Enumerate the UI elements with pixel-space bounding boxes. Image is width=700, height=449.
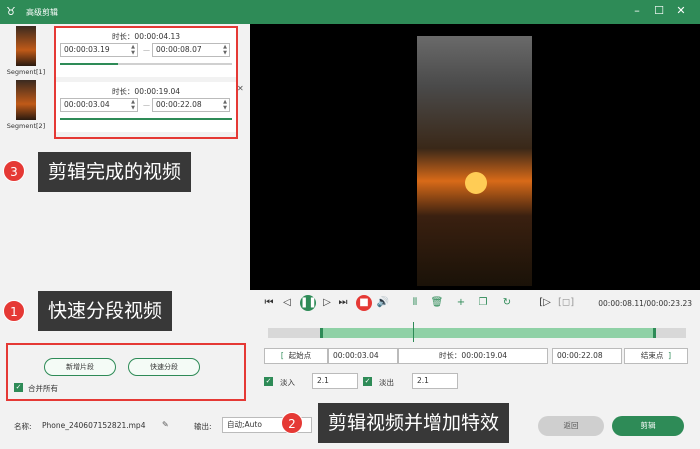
callout-number-badge: 2: [281, 412, 303, 434]
close-icon[interactable]: ✕: [674, 4, 688, 18]
back-button[interactable]: 返回: [538, 416, 604, 436]
window-title: 高级剪辑: [26, 7, 58, 17]
callout-label: 剪辑完成的视频: [38, 152, 192, 192]
split-clip-icon[interactable]: ⫴: [408, 296, 422, 310]
segment-thumbnail[interactable]: Segment[2]: [6, 80, 46, 130]
timeline-duration: 时长：00:00:19.04: [398, 348, 548, 364]
player-controls: ⏮ ◁ ❚❚ ▷ ⏭ ■ 🔊 ⫴ 🗑 + ❐ ↻ [▷ [◻] 00:00:08…: [250, 290, 700, 316]
output-label: 输出:: [194, 422, 212, 431]
app-logo-icon: ♉: [6, 5, 16, 18]
sun-shape: [465, 172, 487, 194]
segments-highlight: [54, 26, 238, 139]
timeline-track[interactable]: [268, 328, 686, 338]
skip-end-icon[interactable]: ⏭: [336, 296, 350, 310]
reset-icon[interactable]: ↻: [500, 296, 514, 310]
segment-thumbnail[interactable]: Segment[1]: [6, 26, 46, 76]
timeline-playhead[interactable]: [413, 322, 414, 342]
minimize-icon[interactable]: –: [630, 4, 644, 18]
filename: Phone_240607152821.mp4: [42, 421, 146, 430]
cut-button[interactable]: 剪辑: [612, 416, 684, 436]
step-back-icon[interactable]: ◁: [280, 296, 294, 310]
volume-icon[interactable]: 🔊: [376, 296, 390, 310]
end-time-input[interactable]: 00:00:22.08: [552, 348, 622, 364]
thumbnail-image: [16, 26, 36, 66]
callout-label: 剪辑视频并增加特效: [318, 403, 510, 443]
player-timecode: 00:00:08.11/00:00:23.23: [598, 299, 692, 308]
split-highlight: [6, 343, 246, 401]
delete-icon[interactable]: 🗑: [430, 296, 444, 310]
video-frame: [417, 36, 532, 286]
segment-label: Segment[2]: [6, 122, 46, 130]
copy-icon[interactable]: ❐: [476, 296, 490, 310]
fade-out-input[interactable]: 2.1: [412, 373, 458, 389]
thumbnail-image: [16, 80, 36, 120]
video-preview[interactable]: [250, 24, 700, 290]
mark-in-icon[interactable]: [▷: [538, 296, 552, 310]
pause-icon[interactable]: ❚❚: [300, 295, 317, 311]
start-time-input[interactable]: 00:00:03.04: [328, 348, 398, 364]
set-end-button[interactable]: 结束点 ]: [624, 348, 688, 364]
stop-icon[interactable]: ■: [356, 295, 372, 311]
maximize-icon[interactable]: ☐: [652, 4, 666, 18]
mark-out-icon[interactable]: [◻]: [558, 296, 574, 310]
fade-out-checkbox[interactable]: ✓: [363, 377, 372, 386]
fade-in-checkbox[interactable]: ✓: [264, 377, 273, 386]
add-icon[interactable]: +: [454, 296, 468, 310]
fade-out-label: 淡出: [379, 378, 394, 387]
step-forward-icon[interactable]: ▷: [320, 296, 334, 310]
timeline-selection[interactable]: [320, 328, 656, 338]
edit-name-icon[interactable]: ✎: [162, 420, 169, 429]
remove-segment-icon[interactable]: ✕: [237, 84, 244, 93]
segment-label: Segment[1]: [6, 68, 46, 76]
callout-number-badge: 3: [3, 160, 25, 182]
skip-start-icon[interactable]: ⏮: [262, 296, 276, 310]
timeline-panel: [ 起始点 00:00:03.04 时长：00:00:19.04 00:00:2…: [250, 316, 700, 410]
title-bar: ♉ 高级剪辑 – ☐ ✕: [0, 0, 700, 24]
name-label: 名称:: [14, 422, 32, 431]
fade-in-input[interactable]: 2.1: [312, 373, 358, 389]
callout-label: 快速分段视频: [38, 291, 173, 331]
callout-number-badge: 1: [3, 300, 25, 322]
fade-in-label: 淡入: [280, 378, 295, 387]
set-start-button[interactable]: [ 起始点: [264, 348, 328, 364]
